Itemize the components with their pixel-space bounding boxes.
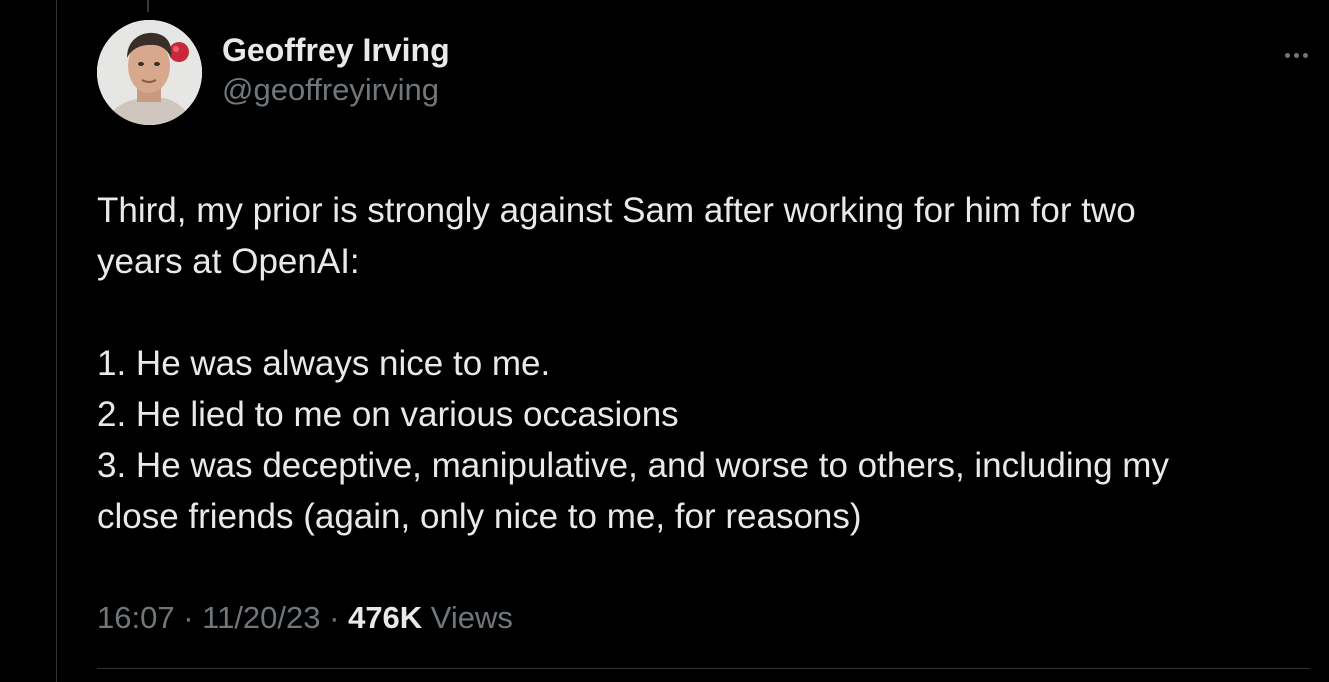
tweet: Geoffrey Irving @geoffreyirving Third, m…: [97, 0, 1310, 682]
author-display-name[interactable]: Geoffrey Irving: [222, 30, 450, 70]
meta-separator: ·: [174, 600, 203, 635]
views-count[interactable]: 476K: [348, 600, 422, 635]
author-names: Geoffrey Irving @geoffreyirving: [222, 30, 450, 110]
divider: [97, 668, 1310, 669]
tweet-list-item: 3. He was deceptive, manipulative, and w…: [97, 446, 1169, 485]
more-options-button[interactable]: [1276, 42, 1316, 66]
views-label: Views: [422, 600, 513, 635]
tweet-header: Geoffrey Irving @geoffreyirving: [97, 20, 1310, 125]
avatar-photo: [97, 20, 202, 125]
more-horizontal-icon: [1283, 45, 1310, 63]
tweet-list-item: 2. He lied to me on various occasions: [97, 395, 679, 434]
tweet-meta: 16:07 · 11/20/23 · 476K Views: [97, 596, 513, 640]
tweet-text: Third, my prior is strongly against Sam …: [97, 185, 1297, 542]
avatar[interactable]: [97, 20, 202, 125]
author-handle[interactable]: @geoffreyirving: [222, 70, 450, 110]
timeline-left-border: [56, 0, 57, 682]
tweet-list-item: close friends (again, only nice to me, f…: [97, 497, 862, 536]
meta-separator: ·: [320, 600, 349, 635]
tweet-time[interactable]: 16:07: [97, 600, 175, 635]
tweet-list-item: 1. He was always nice to me.: [97, 344, 551, 383]
tweet-text-line: Third, my prior is strongly against Sam …: [97, 191, 1136, 230]
tweet-date[interactable]: 11/20/23: [202, 600, 320, 635]
tweet-text-line: years at OpenAI:: [97, 242, 360, 281]
